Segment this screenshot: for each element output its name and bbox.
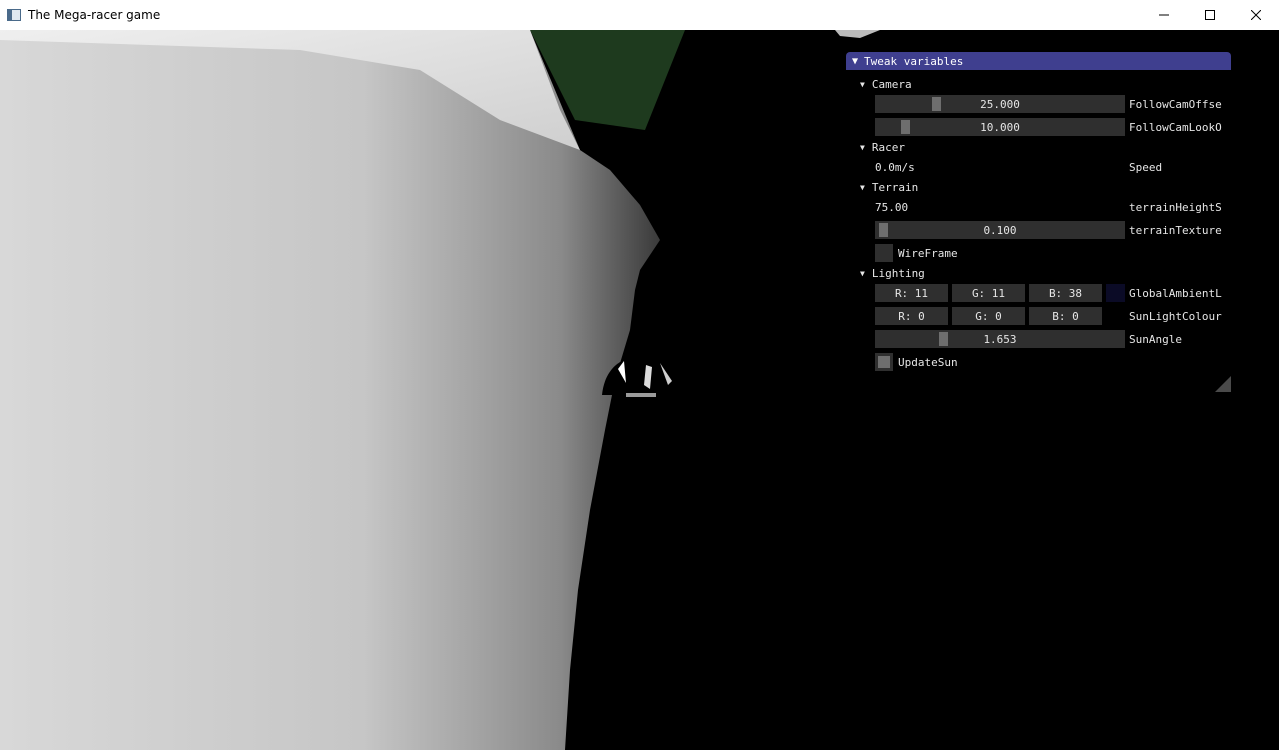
follow-cam-offset-slider[interactable]: 25.000 [875,95,1125,113]
global-ambient-g[interactable]: G: 11 [952,284,1025,302]
sun-light-b[interactable]: B: 0 [1029,307,1102,325]
follow-cam-look-row: 10.000 FollowCamLookO [875,118,1222,136]
terrain-texture-slider[interactable]: 0.100 [875,221,1125,239]
checkbox-mark [878,356,890,368]
wireframe-row: WireFrame [875,244,958,262]
sun-angle-slider[interactable]: 1.653 [875,330,1125,348]
tree-arrow-icon: ▼ [860,80,865,89]
speed-label: Speed [1129,160,1163,174]
global-ambient-row: R: 11 G: 11 B: 38 GlobalAmbientL [875,284,1222,302]
tree-arrow-icon: ▼ [860,269,865,278]
slider-value: 10.000 [980,120,1020,134]
slider-grab[interactable] [939,332,948,346]
terrain-texture-row: 0.100 terrainTexture [875,221,1222,239]
global-ambient-b[interactable]: B: 38 [1029,284,1102,302]
section-racer[interactable]: ▼ Racer [860,141,905,154]
wireframe-checkbox[interactable] [875,244,893,262]
panel-header[interactable]: ▼ Tweak variables [846,52,1231,70]
slider-value: 0.100 [983,223,1017,237]
sun-light-r[interactable]: R: 0 [875,307,948,325]
global-ambient-r[interactable]: R: 11 [875,284,948,302]
section-lighting-label: Lighting [871,267,925,280]
maximize-icon [1205,10,1215,20]
terrain-texture-label: terrainTexture [1129,223,1222,237]
sun-light-label: SunLightColour [1129,309,1222,323]
sun-light-g[interactable]: G: 0 [952,307,1025,325]
tree-arrow-icon: ▼ [860,143,865,152]
sun-light-row: R: 0 G: 0 B: 0 SunLightColour [875,307,1222,325]
update-sun-label: UpdateSun [898,355,958,369]
close-button[interactable] [1233,0,1279,30]
section-terrain[interactable]: ▼ Terrain [860,181,918,194]
speed-value: 0.0m/s [875,160,915,174]
wireframe-label: WireFrame [898,246,958,260]
app-window-icon [7,9,21,21]
follow-cam-offset-label: FollowCamOffse [1129,97,1222,111]
slider-value: 1.653 [983,332,1017,346]
slider-value: 25.000 [980,97,1020,111]
slider-grab[interactable] [901,120,910,134]
slider-grab[interactable] [879,223,888,237]
game-window: The Mega-racer game ▼ Tweak variables ▼ … [0,0,1279,750]
sun-light-swatch[interactable] [1106,307,1125,325]
follow-cam-look-label: FollowCamLookO [1129,120,1222,134]
panel-title: Tweak variables [864,54,964,68]
section-camera[interactable]: ▼ Camera [860,78,912,91]
minimize-icon [1159,14,1169,16]
global-ambient-swatch[interactable] [1106,284,1125,302]
section-terrain-label: Terrain [871,181,919,194]
sun-angle-label: SunAngle [1129,332,1182,346]
sun-angle-row: 1.653 SunAngle [875,330,1182,348]
distant-hill [835,30,880,38]
window-title: The Mega-racer game [28,8,161,22]
update-sun-checkbox[interactable] [875,353,893,371]
follow-cam-offset-row: 25.000 FollowCamOffse [875,95,1222,113]
global-ambient-label: GlobalAmbientL [1129,286,1222,300]
minimize-button[interactable] [1141,0,1187,30]
section-lighting[interactable]: ▼ Lighting [860,267,925,280]
title-bar[interactable]: The Mega-racer game [0,0,1279,30]
update-sun-row: UpdateSun [875,353,958,371]
resize-grip[interactable] [1215,376,1231,392]
tweak-variables-panel[interactable]: ▼ Tweak variables ▼ Camera 25.000 Follow… [846,52,1231,392]
follow-cam-look-slider[interactable]: 10.000 [875,118,1125,136]
section-racer-label: Racer [871,141,905,154]
slider-grab[interactable] [932,97,941,111]
section-camera-label: Camera [871,78,912,91]
close-icon [1251,10,1261,20]
tree-arrow-icon: ▼ [860,183,865,192]
terrain-height-value: 75.00 [875,200,909,214]
collapse-arrow-icon[interactable]: ▼ [852,56,858,67]
terrain-height-label: terrainHeightS [1129,200,1222,214]
maximize-button[interactable] [1187,0,1233,30]
